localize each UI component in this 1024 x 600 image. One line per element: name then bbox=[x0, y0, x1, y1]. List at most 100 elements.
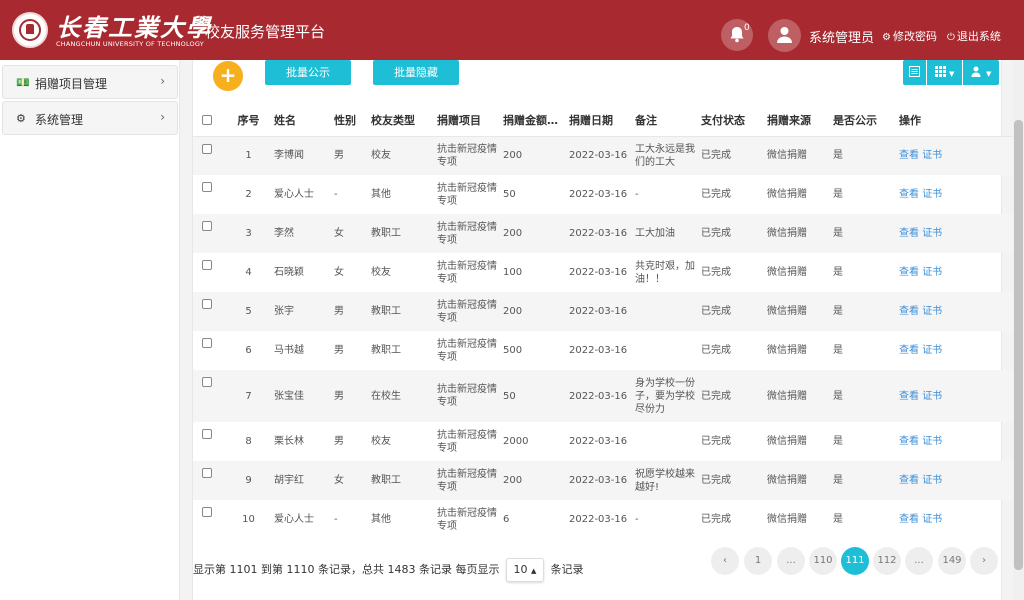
column-header[interactable]: 捐赠来源 bbox=[761, 104, 827, 137]
publicity-status: 是 bbox=[833, 345, 843, 356]
column-header[interactable]: 姓名 bbox=[268, 104, 328, 137]
username[interactable]: 系统管理员 bbox=[809, 27, 874, 46]
row-checkbox[interactable] bbox=[193, 253, 229, 292]
change-password-label: 修改密码 bbox=[892, 30, 937, 43]
certificate-link[interactable]: 证书 bbox=[922, 475, 942, 486]
certificate-link[interactable]: 证书 bbox=[922, 514, 942, 525]
view-link[interactable]: 查看 bbox=[899, 150, 919, 161]
card-view-button[interactable] bbox=[903, 60, 926, 85]
payment-status: 已完成 bbox=[701, 514, 731, 525]
table-row: 4 石晓颖 女 校友 抗击新冠疫情专项 100 2022-03-16 共克时艰，加油！！ 已完成… bbox=[193, 253, 1024, 292]
column-header[interactable]: 捐赠日期 bbox=[563, 104, 629, 137]
gender: 男 bbox=[334, 345, 344, 356]
export-button[interactable]: ▼ bbox=[963, 60, 999, 85]
notification-count: 0 bbox=[744, 23, 750, 33]
row-checkbox[interactable] bbox=[193, 136, 229, 175]
gender: 男 bbox=[328, 292, 365, 331]
select-all-checkbox[interactable] bbox=[193, 104, 229, 137]
publicity-status: 是 bbox=[827, 214, 893, 253]
publicity-status: 是 bbox=[827, 461, 893, 500]
row-checkbox[interactable] bbox=[193, 422, 229, 461]
page-size-select[interactable]: 10 ▲ bbox=[505, 558, 544, 582]
gender: 男 bbox=[328, 136, 365, 175]
table-row: 6 马书越 男 教职工 抗击新冠疫情专项 500 2022-03-16 已完成 微信捐赠 是 查看 … bbox=[193, 331, 1024, 370]
row-number: 2 bbox=[245, 189, 252, 200]
view-link[interactable]: 查看 bbox=[899, 514, 919, 525]
view-link[interactable]: 查看 bbox=[899, 228, 919, 239]
page-button[interactable]: 111 bbox=[841, 547, 869, 575]
brand-name-cn: 长春工業大學 bbox=[56, 13, 212, 42]
checkbox-box bbox=[202, 115, 212, 126]
page-button[interactable]: ... bbox=[777, 547, 805, 575]
chevron-right-icon: › bbox=[160, 110, 165, 124]
table-row: 3 李然女教职工 抗击新冠疫情专项 200 2022-03-16 工大加油 已完成 微信捐赠是… bbox=[193, 214, 1024, 253]
view-link[interactable]: 查看 bbox=[899, 189, 919, 200]
row-checkbox[interactable] bbox=[193, 331, 229, 370]
user-icon bbox=[777, 27, 792, 43]
donation-source: 微信捐赠 bbox=[767, 267, 807, 278]
row-checkbox[interactable] bbox=[193, 292, 229, 331]
prev-page-button[interactable]: ‹ bbox=[711, 547, 739, 575]
column-header[interactable]: 备注 bbox=[629, 104, 695, 137]
certificate-link[interactable]: 证书 bbox=[922, 391, 942, 402]
remark: 工大永远是我们的工大 bbox=[629, 136, 695, 175]
certificate-link[interactable]: 证书 bbox=[922, 189, 942, 200]
view-link[interactable]: 查看 bbox=[899, 306, 919, 317]
row-checkbox[interactable] bbox=[193, 500, 229, 539]
notification-button[interactable]: 0 bbox=[721, 19, 753, 51]
payment-status: 已完成 bbox=[695, 136, 761, 175]
alumni-type: 其他 bbox=[371, 514, 391, 525]
add-button[interactable]: + bbox=[213, 61, 243, 91]
view-link[interactable]: 查看 bbox=[899, 345, 919, 356]
row-checkbox[interactable] bbox=[193, 461, 229, 500]
donation-source: 微信捐赠 bbox=[767, 436, 807, 447]
page-button[interactable]: 149 bbox=[938, 547, 966, 575]
user-avatar[interactable] bbox=[768, 19, 801, 52]
columns-toggle-button[interactable]: ▼ bbox=[927, 60, 962, 85]
donation-date: 2022-03-16 bbox=[563, 292, 629, 331]
row-actions: 查看 证书 bbox=[893, 214, 1024, 253]
donation-amount: 50 bbox=[497, 370, 563, 422]
row-checkbox[interactable] bbox=[193, 214, 229, 253]
view-link[interactable]: 查看 bbox=[899, 267, 919, 278]
row-checkbox[interactable] bbox=[193, 175, 229, 214]
column-header[interactable]: 是否公示 bbox=[827, 104, 893, 137]
sidebar-item-donation-projects[interactable]: 💵 捐赠项目管理 › bbox=[2, 65, 178, 99]
column-header[interactable]: 捐赠项目 bbox=[431, 104, 497, 137]
sidebar-item-system[interactable]: ⚙ 系统管理 › bbox=[2, 101, 178, 135]
column-header[interactable]: 校友类型 bbox=[365, 104, 431, 137]
certificate-link[interactable]: 证书 bbox=[922, 150, 942, 161]
certificate-link[interactable]: 证书 bbox=[922, 228, 942, 239]
view-link[interactable]: 查看 bbox=[899, 475, 919, 486]
logout-link[interactable]: ⏻ 退出系统 bbox=[947, 28, 1001, 44]
column-header[interactable]: 性别 bbox=[328, 104, 365, 137]
row-checkbox[interactable] bbox=[193, 370, 229, 422]
certificate-link[interactable]: 证书 bbox=[922, 436, 942, 447]
checkbox-box bbox=[202, 507, 212, 517]
view-link[interactable]: 查看 bbox=[899, 436, 919, 447]
page-button[interactable]: 1 bbox=[744, 547, 772, 575]
column-header[interactable]: 支付状态 bbox=[695, 104, 761, 137]
logout-label: 退出系统 bbox=[956, 30, 1001, 43]
remark bbox=[629, 422, 695, 461]
row-actions: 查看 证书 bbox=[893, 292, 1024, 331]
page-button[interactable]: ... bbox=[905, 547, 933, 575]
batch-hide-button[interactable]: 批量隐藏 bbox=[373, 60, 459, 85]
change-password-link[interactable]: ⚙ 修改密码 bbox=[882, 28, 937, 44]
certificate-link[interactable]: 证书 bbox=[922, 267, 942, 278]
remark: 身为学校一份子，要为学校尽份力 bbox=[629, 370, 695, 422]
column-header[interactable]: 捐赠金额… bbox=[497, 104, 563, 137]
view-link[interactable]: 查看 bbox=[899, 391, 919, 402]
next-page-button[interactable]: › bbox=[970, 547, 998, 575]
column-header[interactable]: 序号 bbox=[229, 104, 268, 137]
certificate-link[interactable]: 证书 bbox=[922, 345, 942, 356]
certificate-link[interactable]: 证书 bbox=[922, 306, 942, 317]
donation-amount: 500 bbox=[503, 345, 523, 356]
scrollbar-thumb[interactable] bbox=[1014, 120, 1023, 570]
donation-source: 微信捐赠 bbox=[767, 514, 807, 525]
column-header[interactable]: 操作 bbox=[893, 104, 1024, 137]
caret-up-icon: ▲ bbox=[531, 567, 537, 575]
page-button[interactable]: 112 bbox=[873, 547, 901, 575]
batch-publish-button[interactable]: 批量公示 bbox=[265, 60, 351, 85]
page-button[interactable]: 110 bbox=[809, 547, 837, 575]
